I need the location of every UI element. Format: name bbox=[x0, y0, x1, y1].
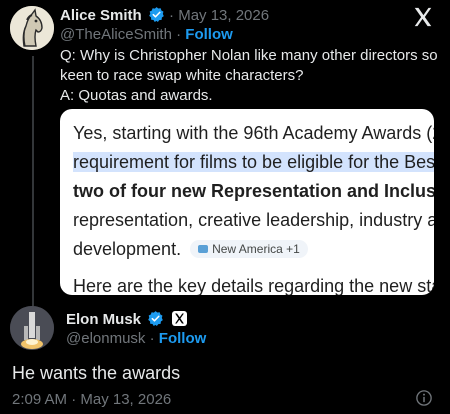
attached-image[interactable]: Yes, starting with the 96th Academy Awar… bbox=[60, 109, 434, 295]
tweet-date[interactable]: · May 13, 2026 bbox=[169, 7, 269, 24]
thread-line bbox=[32, 56, 34, 306]
image-text-line: representation, creative leadership, ind… bbox=[73, 210, 434, 230]
info-icon[interactable] bbox=[415, 389, 433, 407]
tweet-text: Q: Why is Christopher Nolan like many ot… bbox=[60, 46, 440, 106]
image-text-line: development. bbox=[73, 239, 182, 259]
tweet-answer: A: Quotas and awards. bbox=[60, 87, 213, 104]
handle-line: @elonmusk · Follow bbox=[66, 330, 207, 347]
display-name[interactable]: Elon Musk bbox=[66, 311, 141, 328]
tweet-question: Q: Why is Christopher Nolan like many ot… bbox=[60, 47, 438, 84]
image-text-line-highlighted: requirement for films to be eligible for… bbox=[73, 152, 434, 172]
follow-button[interactable]: Follow bbox=[159, 330, 207, 347]
x-logo-icon[interactable] bbox=[412, 6, 434, 28]
user-handle[interactable]: @elonmusk bbox=[66, 330, 145, 347]
tweet-timestamp[interactable]: 2:09 AM · May 13, 2026 bbox=[12, 391, 171, 409]
image-text-line: Yes, starting with the 96th Academy Awar… bbox=[73, 123, 434, 143]
image-text-line: Here are the key details regarding the n… bbox=[73, 276, 434, 295]
horse-avatar-icon bbox=[10, 6, 54, 50]
handle-line: @TheAliceSmith · Follow bbox=[60, 26, 233, 43]
user-handle[interactable]: @TheAliceSmith bbox=[60, 26, 172, 43]
tweet-text: He wants the awards bbox=[12, 363, 181, 383]
image-text-line-bold: two of four new Representation and Inclu… bbox=[73, 181, 434, 201]
x-affiliation-badge-icon bbox=[172, 311, 188, 326]
verified-badge-icon bbox=[149, 7, 164, 23]
avatar[interactable] bbox=[10, 306, 54, 350]
source-icon bbox=[198, 245, 209, 253]
follow-button[interactable]: Follow bbox=[185, 26, 233, 43]
verified-badge-icon bbox=[148, 311, 163, 327]
avatar[interactable] bbox=[10, 6, 54, 50]
tweet-header: Elon Musk bbox=[66, 310, 188, 329]
tweet-header: Alice Smith · May 13, 2026 bbox=[60, 6, 269, 25]
display-name[interactable]: Alice Smith bbox=[60, 7, 142, 24]
source-chip-label: New America +1 bbox=[212, 242, 300, 256]
source-chip: New America +1 bbox=[190, 240, 308, 258]
rocket-avatar-icon bbox=[10, 306, 54, 350]
